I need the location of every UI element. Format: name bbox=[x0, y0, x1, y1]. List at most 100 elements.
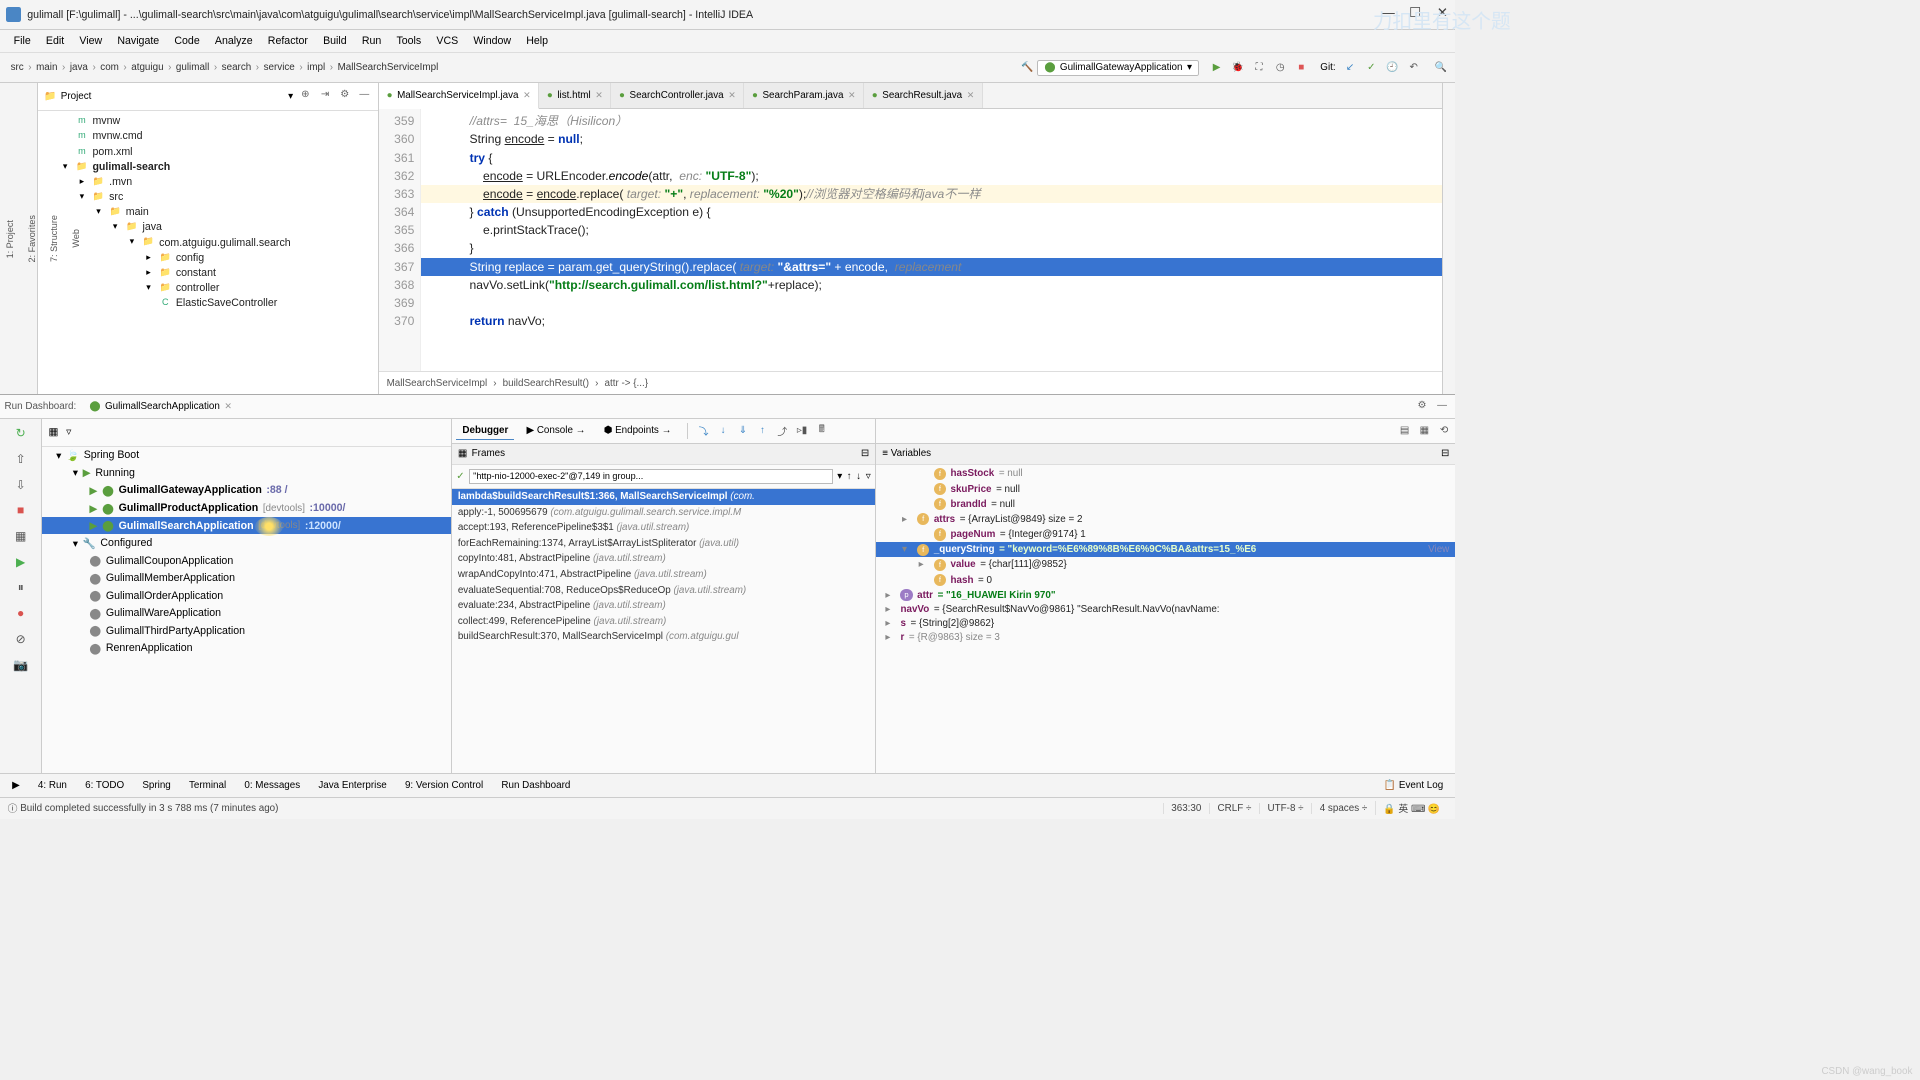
code-editor[interactable]: 359360361362363364365366367368369370 //a… bbox=[379, 109, 1442, 371]
frames-list[interactable]: lambda$buildSearchResult$1:366, MallSear… bbox=[452, 489, 875, 773]
variable-item[interactable]: fbrandId = null bbox=[876, 497, 1455, 512]
web-tool-tab[interactable]: Web bbox=[68, 226, 84, 251]
tree-item[interactable]: ▾📁gulimall-search bbox=[38, 159, 378, 174]
variable-item[interactable]: ▾f_queryString = "keyword=%E6%89%8B%E6%9… bbox=[876, 542, 1455, 557]
menu-run[interactable]: Run bbox=[354, 35, 389, 47]
variable-item[interactable]: ▸navVo = {SearchResult$NavVo@9861} "Sear… bbox=[876, 603, 1455, 617]
run-icon[interactable]: ▶ bbox=[1210, 61, 1224, 75]
editor-tab[interactable]: ●SearchParam.java✕ bbox=[744, 83, 864, 108]
close-icon[interactable]: ✕ bbox=[848, 90, 856, 101]
run-config-selector[interactable]: ⬤ GulimallGatewayApplication ▾ bbox=[1037, 60, 1199, 76]
close-icon[interactable]: ✕ bbox=[224, 401, 232, 412]
line-ending[interactable]: CRLF ÷ bbox=[1209, 803, 1259, 814]
bottom-tab[interactable]: 0: Messages bbox=[237, 778, 308, 794]
breadcrumb-item[interactable]: main bbox=[33, 61, 60, 75]
app-item[interactable]: ⬤GulimallOrderApplication bbox=[42, 587, 450, 605]
breadcrumb-item[interactable]: atguigu bbox=[128, 61, 166, 75]
next-frame-icon[interactable]: ↓ bbox=[856, 471, 861, 482]
tree-item[interactable]: mpom.xml bbox=[38, 144, 378, 159]
menu-tools[interactable]: Tools bbox=[389, 35, 429, 47]
run-tab[interactable]: ▶ bbox=[5, 778, 28, 794]
vcs-history-icon[interactable]: 🕘 bbox=[1386, 61, 1400, 75]
menu-help[interactable]: Help bbox=[519, 35, 556, 47]
breadcrumb-item[interactable]: search bbox=[219, 61, 255, 75]
app-item[interactable]: ⬤RenrenApplication bbox=[42, 639, 450, 657]
app-item[interactable]: ⬤GulimallCouponApplication bbox=[42, 552, 450, 570]
breadcrumb-item[interactable]: MallSearchServiceImpl bbox=[335, 61, 442, 75]
step-out-icon[interactable]: ↑ bbox=[756, 424, 770, 438]
variable-item[interactable]: ▸pattr = "16_HUAWEI Kirin 970" bbox=[876, 588, 1455, 603]
breadcrumb-item[interactable]: impl bbox=[304, 61, 328, 75]
minimize-button[interactable]: — bbox=[1381, 8, 1395, 22]
step-into-icon[interactable]: ↓ bbox=[716, 424, 730, 438]
mute-bp-icon[interactable]: ⊘ bbox=[12, 630, 30, 648]
drop-frame-icon[interactable]: ⤴ bbox=[776, 424, 790, 438]
close-icon[interactable]: ✕ bbox=[595, 90, 603, 101]
bottom-tab[interactable]: Terminal bbox=[181, 778, 233, 794]
frame-item[interactable]: forEachRemaining:1374, ArrayList$ArrayLi… bbox=[452, 536, 875, 552]
menu-build[interactable]: Build bbox=[315, 35, 354, 47]
filter-icon[interactable]: ▿ bbox=[66, 425, 71, 442]
frame-item[interactable]: accept:193, ReferencePipeline$3$1 (java.… bbox=[452, 520, 875, 536]
close-icon[interactable]: ✕ bbox=[967, 90, 975, 101]
tree-root[interactable]: ▾🍃Spring Boot bbox=[42, 447, 450, 465]
filter-icon[interactable]: ▿ bbox=[866, 471, 871, 482]
expand-icon[interactable]: ⇧ bbox=[12, 450, 30, 468]
running-group[interactable]: ▾▶Running bbox=[42, 464, 450, 482]
search-icon[interactable]: 🔍 bbox=[1434, 61, 1448, 75]
tab-debugger[interactable]: Debugger bbox=[456, 422, 514, 440]
frame-item[interactable]: evaluateSequential:708, ReduceOps$Reduce… bbox=[452, 582, 875, 598]
tree-item[interactable]: ▸📁constant bbox=[38, 265, 378, 280]
variable-item[interactable]: fskuPrice = null bbox=[876, 482, 1455, 497]
coverage-icon[interactable]: ⛶ bbox=[1252, 61, 1266, 75]
bottom-tab[interactable]: Spring bbox=[135, 778, 179, 794]
menu-window[interactable]: Window bbox=[466, 35, 519, 47]
grid-icon[interactable]: ▦ bbox=[49, 425, 59, 442]
tree-item[interactable]: ▾📁java bbox=[38, 220, 378, 235]
stop-icon[interactable]: ■ bbox=[12, 501, 30, 519]
code-content[interactable]: //attrs= 15_海思（Hisilicon） String encode … bbox=[421, 109, 1441, 371]
configured-group[interactable]: ▾🔧Configured bbox=[42, 534, 450, 552]
app-item[interactable]: ▶⬤GulimallGatewayApplication :88 / bbox=[42, 482, 450, 500]
menu-view[interactable]: View bbox=[72, 35, 110, 47]
tab-console[interactable]: ▶ Console → bbox=[520, 422, 591, 439]
frame-item[interactable]: collect:499, ReferencePipeline (java.uti… bbox=[452, 613, 875, 629]
chevron-down-icon[interactable]: ▾ bbox=[837, 471, 842, 482]
tree-item[interactable]: ▾📁main bbox=[38, 205, 378, 220]
tree-item[interactable]: mmvnw bbox=[38, 114, 378, 129]
editor-tab[interactable]: ●SearchResult.java✕ bbox=[864, 83, 983, 108]
frame-item[interactable]: evaluate:234, AbstractPipeline (java.uti… bbox=[452, 598, 875, 614]
structure-tool-tab[interactable]: 7: Structure bbox=[46, 212, 62, 265]
bottom-tab[interactable]: Java Enterprise bbox=[311, 778, 395, 794]
tree-item[interactable]: CElasticSaveController bbox=[38, 296, 378, 311]
dashboard-tab[interactable]: ⬤ GulimallSearchApplication ✕ bbox=[82, 399, 239, 415]
editor-tab[interactable]: ●SearchController.java✕ bbox=[611, 83, 744, 108]
frame-item[interactable]: apply:-1, 500695679 (com.atguigu.gulimal… bbox=[452, 505, 875, 521]
maximize-button[interactable]: ☐ bbox=[1408, 8, 1422, 22]
bottom-tab[interactable]: Run Dashboard bbox=[494, 778, 578, 794]
frame-item[interactable]: lambda$buildSearchResult$1:366, MallSear… bbox=[452, 489, 875, 505]
breadcrumb-item[interactable]: com bbox=[97, 61, 122, 75]
layout-icon[interactable]: ▦ bbox=[12, 527, 30, 545]
app-item[interactable]: ⬤GulimallWareApplication bbox=[42, 604, 450, 622]
indent[interactable]: 4 spaces ÷ bbox=[1311, 803, 1375, 814]
evaluate-icon[interactable]: 🖩 bbox=[815, 424, 829, 438]
debug-icon[interactable]: 🐞 bbox=[1231, 61, 1245, 75]
menu-analyze[interactable]: Analyze bbox=[207, 35, 260, 47]
tree-item[interactable]: ▸📁config bbox=[38, 250, 378, 265]
variable-item[interactable]: ▸fattrs = {ArrayList@9849} size = 2 bbox=[876, 512, 1455, 527]
layout-icon[interactable]: ▦ bbox=[1417, 424, 1431, 438]
editor-tab[interactable]: ●MallSearchServiceImpl.java✕ bbox=[379, 83, 539, 109]
breadcrumb-item[interactable]: src bbox=[8, 61, 27, 75]
stop-icon[interactable]: ■ bbox=[1295, 61, 1309, 75]
breakpoint-icon[interactable]: ● bbox=[12, 604, 30, 622]
tree-item[interactable]: ▾📁src bbox=[38, 189, 378, 204]
chevron-down-icon[interactable]: ▾ bbox=[288, 91, 293, 102]
variables-list[interactable]: fhasStock = nullfskuPrice = nullfbrandId… bbox=[876, 465, 1455, 773]
close-icon[interactable]: ✕ bbox=[523, 90, 531, 101]
favorites-tool-tab[interactable]: 2: Favorites bbox=[24, 212, 40, 266]
thread-selector[interactable] bbox=[469, 469, 833, 484]
menu-file[interactable]: File bbox=[6, 35, 38, 47]
tree-item[interactable]: ▾📁com.atguigu.gulimall.search bbox=[38, 235, 378, 250]
tree-item[interactable]: ▾📁controller bbox=[38, 280, 378, 295]
